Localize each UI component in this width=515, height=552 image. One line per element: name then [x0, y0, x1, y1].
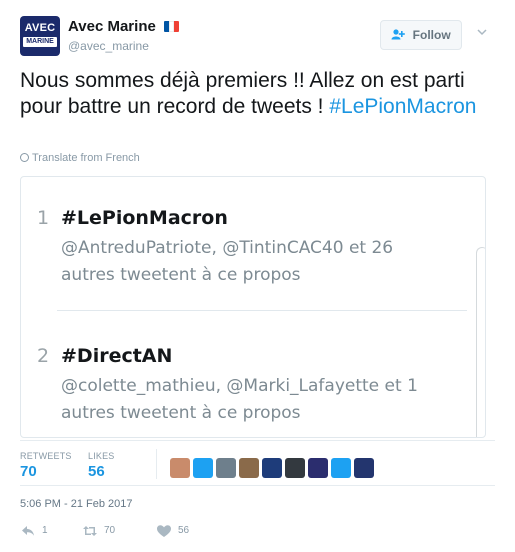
retweets-label: RETWEETS: [20, 451, 72, 461]
author-handle[interactable]: @avec_marine: [68, 39, 179, 53]
tweet-text: Nous sommes déjà premiers !! Allez on es…: [20, 68, 490, 120]
liker-avatar-9[interactable]: [354, 458, 374, 478]
tweet-media-image[interactable]: 1 #LePionMacron @AntreduPatriote, @Tinti…: [20, 176, 486, 438]
liker-avatar-3[interactable]: [216, 458, 236, 478]
author-name-block[interactable]: Avec Marine @avec_marine: [68, 18, 180, 53]
likes-label: LIKES: [88, 451, 115, 461]
author-avatar[interactable]: AVEC MARINE: [20, 16, 60, 56]
like-count: 56: [178, 525, 190, 536]
trend-hashtag: #DirectAN: [61, 345, 173, 367]
trend-description: @colette_mathieu, @Marki_Lafayette et 1 …: [61, 376, 418, 423]
tweet-hashtag-link[interactable]: #LePionMacron: [329, 95, 476, 118]
heart-icon: [157, 525, 171, 537]
reply-icon: [22, 526, 34, 536]
chevron-down-icon[interactable]: [476, 26, 488, 38]
follow-button[interactable]: Follow: [380, 20, 462, 50]
liker-avatar-4[interactable]: [239, 458, 259, 478]
liker-avatar-6[interactable]: [285, 458, 305, 478]
avatar-text-top: AVEC: [24, 22, 56, 34]
retweet-icon: [83, 526, 97, 536]
trend-description: @AntreduPatriote, @TintinCAC40 et 26 aut…: [61, 238, 394, 285]
author-display-name[interactable]: Avec Marine: [68, 18, 156, 35]
tweet-header: AVEC MARINE Avec Marine @avec_marine Fol…: [20, 14, 495, 58]
tweet-timestamp[interactable]: 5:06 PM - 21 Feb 2017: [20, 498, 133, 510]
liker-avatar-7[interactable]: [308, 458, 328, 478]
liker-avatar-8[interactable]: [331, 458, 351, 478]
liker-avatar-5[interactable]: [262, 458, 282, 478]
stats-separator: [156, 449, 157, 479]
follow-button-label: Follow: [412, 28, 451, 42]
media-scrollbar-edge: [476, 247, 485, 437]
likes-count: 56: [88, 463, 105, 480]
globe-icon: [20, 153, 29, 162]
trend-rank: 2: [37, 345, 50, 367]
liker-avatar-1[interactable]: [170, 458, 190, 478]
likes-stat[interactable]: LIKES 56: [88, 451, 115, 480]
retweets-stat[interactable]: RETWEETS 70: [20, 451, 72, 480]
avatar-text-bottom: MARINE: [23, 37, 57, 47]
french-flag-icon: [164, 21, 180, 32]
reply-count: 1: [42, 525, 48, 536]
retweet-button[interactable]: 70: [82, 522, 115, 540]
trend-rank: 1: [37, 207, 50, 229]
trend-divider: [57, 310, 467, 311]
tweet-stats: RETWEETS 70 LIKES 56: [20, 440, 495, 486]
tweet-actions: 1 70 56: [20, 522, 320, 540]
like-button[interactable]: 56: [156, 522, 189, 540]
add-user-icon: [391, 28, 408, 42]
retweet-count: 70: [104, 525, 116, 536]
reply-button[interactable]: 1: [20, 522, 48, 540]
liker-avatar-2[interactable]: [193, 458, 213, 478]
translate-label: Translate from French: [32, 152, 140, 164]
retweets-count: 70: [20, 463, 37, 480]
translate-link[interactable]: Translate from French: [20, 152, 140, 164]
trend-hashtag: #LePionMacron: [61, 207, 228, 229]
